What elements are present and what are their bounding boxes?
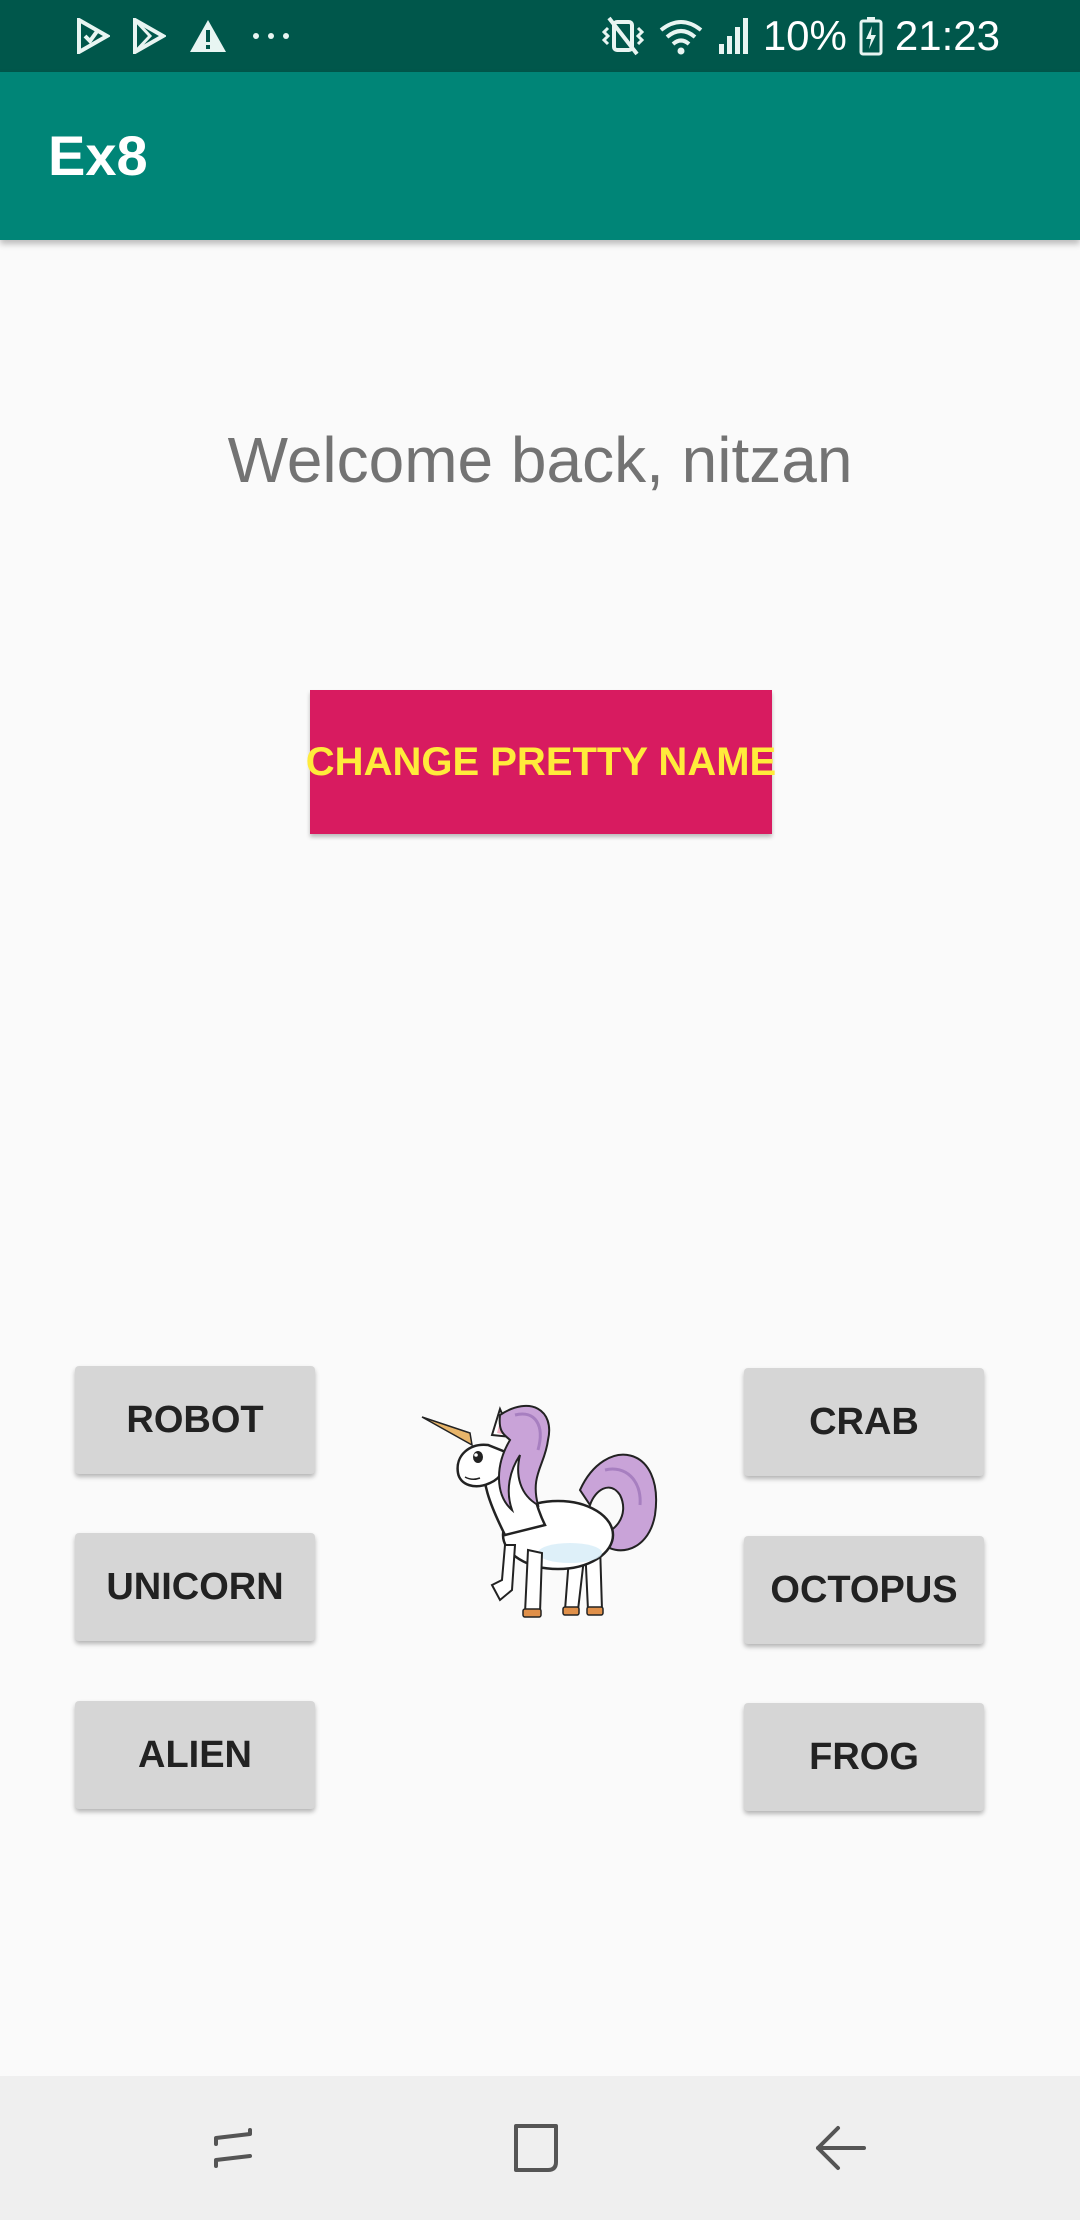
vibrate-icon [601, 16, 645, 56]
warning-icon [188, 18, 228, 54]
app-title: Ex8 [48, 124, 148, 187]
unicorn-image [420, 1395, 670, 1635]
welcome-text: Welcome back, nitzan [227, 424, 853, 496]
robot-button[interactable]: ROBOT [75, 1366, 315, 1474]
unicorn-button[interactable]: UNICORN [75, 1533, 315, 1641]
signal-icon [717, 16, 751, 56]
system-status: 10% 21:23 [601, 10, 1000, 62]
play-store-icon [132, 18, 166, 54]
battery-icon [859, 16, 883, 56]
back-icon[interactable] [808, 2116, 872, 2180]
more-notifications-icon [250, 30, 292, 42]
frog-button[interactable]: FROG [744, 1703, 984, 1811]
status-bar: 10% 21:23 [0, 0, 1080, 72]
wifi-icon [657, 16, 705, 56]
change-pretty-name-button[interactable]: CHANGE PRETTY NAME [306, 690, 776, 834]
recents-icon[interactable] [202, 2116, 266, 2180]
app-bar: Ex8 [0, 72, 1080, 240]
navigation-bar [0, 2076, 1080, 2220]
home-icon[interactable] [504, 2116, 568, 2180]
notification-icons [76, 14, 292, 58]
alien-button[interactable]: ALIEN [75, 1701, 315, 1809]
play-store-check-icon [76, 18, 110, 54]
octopus-button[interactable]: OCTOPUS [744, 1536, 984, 1644]
battery-percent: 10% [762, 12, 847, 59]
status-time: 21:23 [894, 12, 1000, 59]
crab-button[interactable]: CRAB [744, 1368, 984, 1476]
